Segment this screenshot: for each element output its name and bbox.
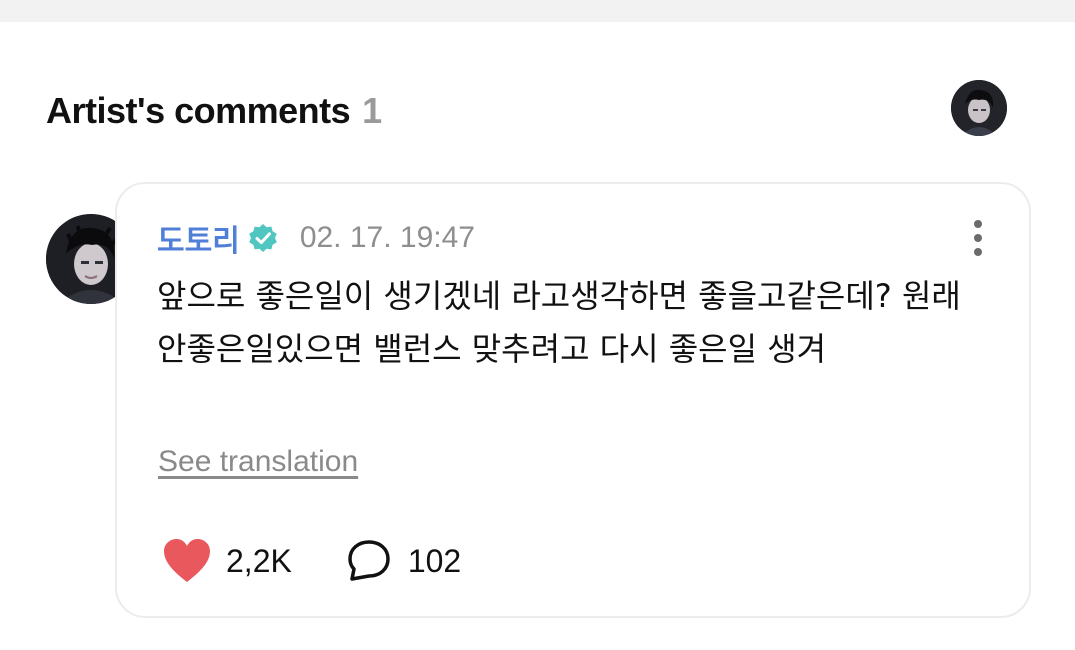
- artist-avatar[interactable]: [951, 80, 1007, 136]
- verified-badge-icon: [248, 223, 278, 253]
- comment-body: 앞으로 좋은일이 생기겠네 라고생각하면 좋을고같은데? 원래 안좋은일있으면 …: [157, 277, 961, 368]
- section-title: Artist's comments: [46, 90, 351, 131]
- top-divider-strip: [0, 0, 1075, 22]
- comment-count: 1: [362, 90, 383, 131]
- section-header: Artist's comments 1: [46, 86, 382, 136]
- comment-header: 도토리 02. 17. 19:47: [157, 216, 475, 260]
- like-count: 2,2K: [226, 542, 292, 579]
- see-translation-link[interactable]: See translation: [158, 445, 358, 479]
- heart-icon: [162, 538, 212, 584]
- speech-bubble-icon: [344, 538, 394, 584]
- author-name[interactable]: 도토리: [157, 216, 240, 260]
- comment-timestamp: 02. 17. 19:47: [299, 221, 475, 254]
- like-button[interactable]: 2,2K: [162, 538, 292, 584]
- reply-button[interactable]: 102: [344, 538, 461, 584]
- comment-stats: 2,2K 102: [162, 536, 461, 586]
- more-vertical-icon[interactable]: [963, 218, 993, 258]
- reply-count: 102: [407, 542, 462, 579]
